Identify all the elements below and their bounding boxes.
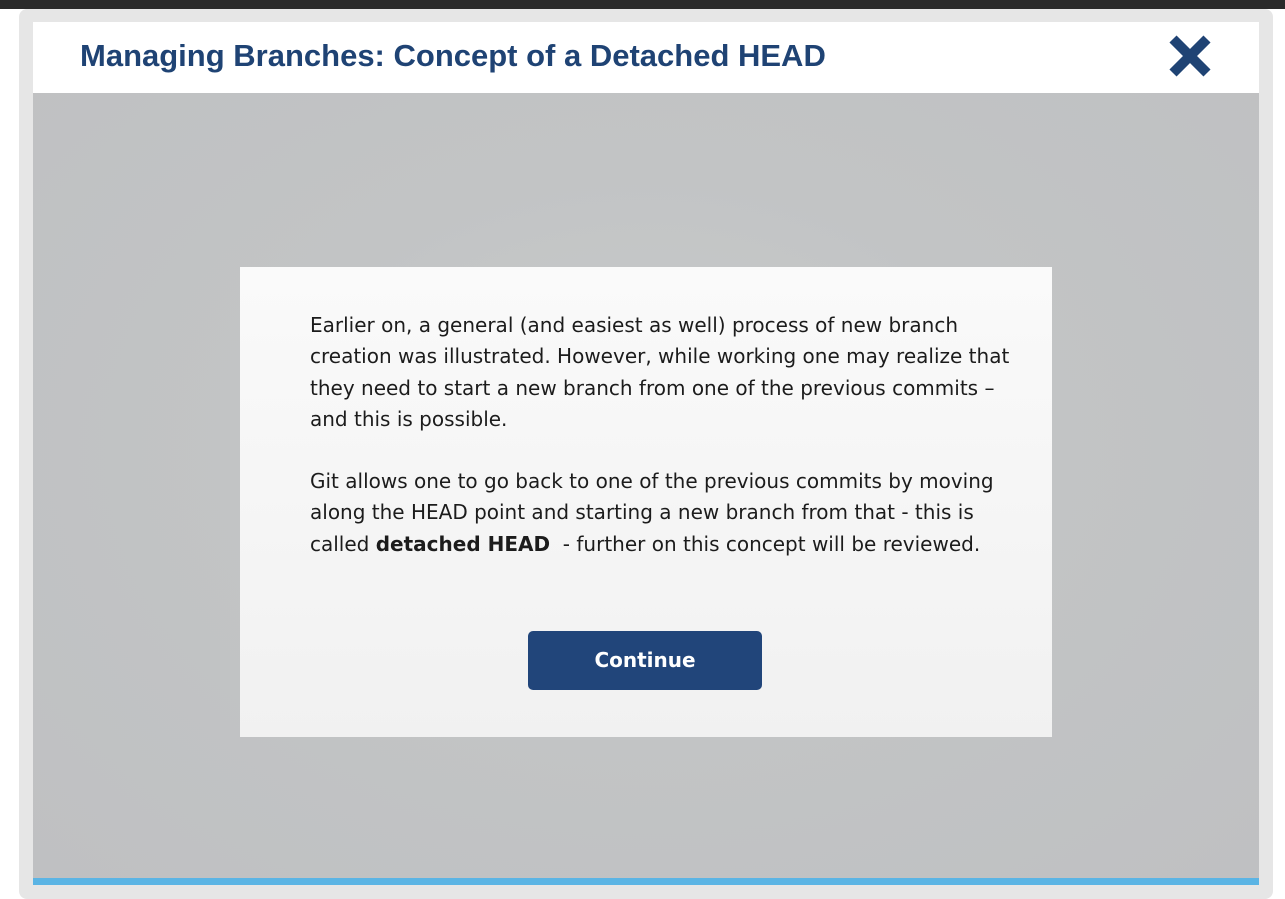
browser-top-strip [0, 0, 1285, 9]
content-stage: Earlier on, a general (and easiest as we… [33, 93, 1259, 885]
info-card: Earlier on, a general (and easiest as we… [240, 267, 1052, 737]
continue-button[interactable]: Continue [528, 631, 762, 690]
paragraph-detached-head: Git allows one to go back to one of the … [310, 466, 1010, 560]
progress-bar [33, 878, 1259, 885]
page-title: Managing Branches: Concept of a Detached… [80, 38, 826, 73]
paragraph-text-end: - further on this concept will be review… [550, 531, 981, 556]
paragraph-intro: Earlier on, a general (and easiest as we… [310, 313, 1010, 431]
info-text: Earlier on, a general (and easiest as we… [310, 310, 1010, 560]
modal-header: Managing Branches: Concept of a Detached… [33, 22, 1259, 93]
close-icon[interactable] [1167, 33, 1213, 79]
detached-head-term: detached HEAD [375, 531, 551, 556]
close-button[interactable] [1167, 33, 1213, 79]
